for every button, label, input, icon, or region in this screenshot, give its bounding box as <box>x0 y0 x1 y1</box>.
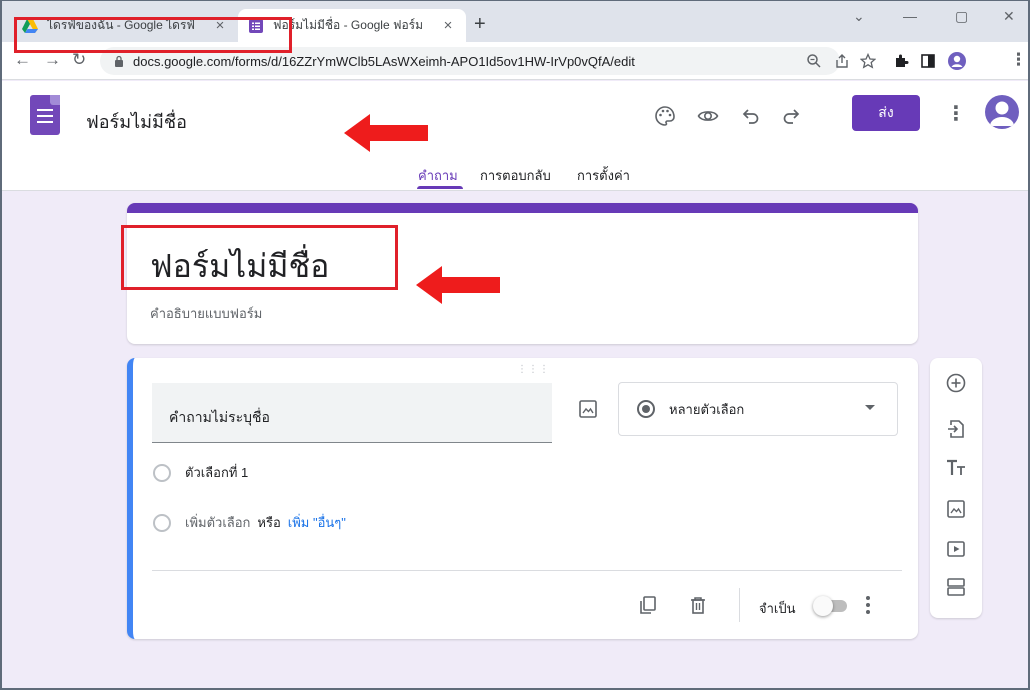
window-frame <box>0 0 1030 690</box>
